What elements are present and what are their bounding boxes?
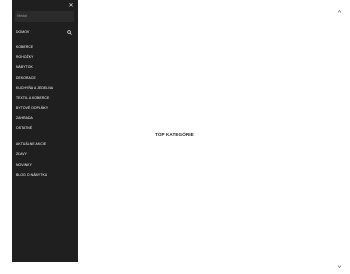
close-icon[interactable]: ✕ bbox=[68, 3, 74, 9]
menu-item-zlavy[interactable]: ZĽAVY bbox=[16, 151, 27, 157]
menu-item-bytove-doplnky[interactable]: BYTOVÉ DOPLŇKY bbox=[16, 105, 48, 111]
menu-item-domov[interactable]: DOMOV bbox=[16, 29, 29, 35]
scroll-up-icon[interactable] bbox=[337, 1, 342, 13]
page-title: TOP KATEGÓRIE bbox=[155, 132, 194, 137]
scrollbar[interactable] bbox=[337, 0, 342, 268]
search-input[interactable] bbox=[17, 12, 67, 20]
menu-item-aktualne-akcie[interactable]: AKTUÁLNE AKCIE bbox=[16, 141, 46, 147]
search-box bbox=[15, 11, 74, 22]
scroll-down-icon[interactable] bbox=[337, 256, 342, 268]
menu-item-koberce[interactable]: KOBERCE bbox=[16, 44, 33, 50]
menu-item-rohozky[interactable]: ROHOŽKY bbox=[16, 54, 33, 60]
search-icon[interactable] bbox=[67, 22, 72, 35]
menu-item-novinky[interactable]: NOVINKY bbox=[16, 162, 32, 168]
menu-item-textil[interactable]: TEXTIL A KOBERCE bbox=[16, 95, 49, 101]
menu-item-kuchyna[interactable]: KUCHYŇA A JEDELNA bbox=[16, 85, 53, 91]
menu-item-blog[interactable]: BLOG O NÁBYTKU bbox=[16, 172, 47, 178]
menu-item-ostatne[interactable]: OSTATNÉ bbox=[16, 125, 32, 131]
sidebar-menu: ✕ DOMOV KOBERCE ROHOŽKY NÁBYTOK DEKORACE… bbox=[12, 0, 78, 262]
menu-item-dekorace[interactable]: DEKORACE bbox=[16, 75, 36, 81]
menu-item-zahrada[interactable]: ZAHRADA bbox=[16, 115, 33, 121]
menu-item-nabytok[interactable]: NÁBYTOK bbox=[16, 64, 33, 70]
